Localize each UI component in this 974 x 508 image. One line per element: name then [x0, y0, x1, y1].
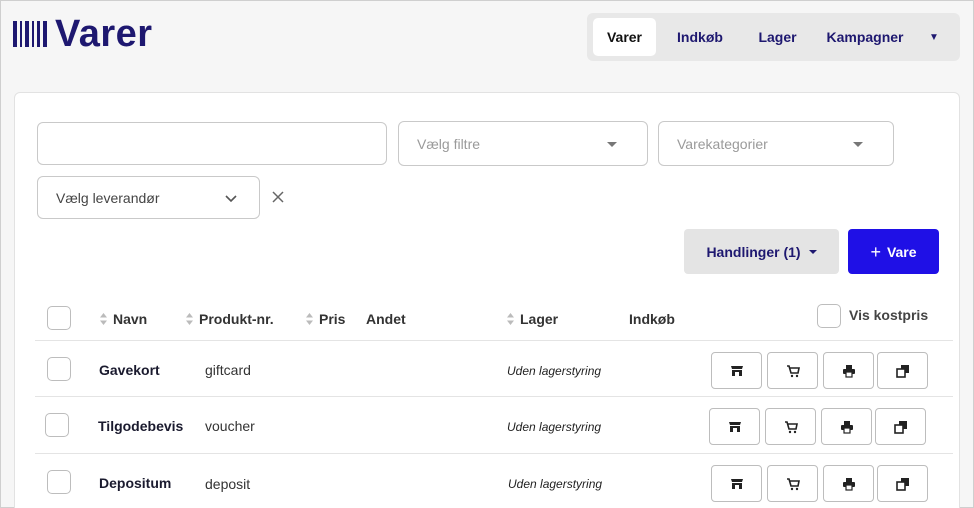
column-header-product-no[interactable]: Produkt-nr.	[185, 309, 274, 329]
filter-select[interactable]: Vælg filtre	[398, 121, 648, 166]
category-select[interactable]: Varekategorier	[658, 121, 894, 166]
app-logo: Varer	[13, 15, 153, 53]
tab-indkob[interactable]: Indkøb	[656, 18, 744, 56]
column-header-label: Indkøb	[629, 311, 675, 327]
column-header-other: Andet	[366, 309, 406, 329]
sort-icon	[306, 313, 313, 325]
divider	[35, 340, 953, 341]
clear-filter-close-icon[interactable]	[271, 190, 285, 204]
stock-status: Uden lagerstyring	[508, 477, 603, 491]
column-header-label: Pris	[319, 311, 346, 327]
page-title: Varer	[55, 13, 153, 55]
cart-icon	[786, 477, 800, 490]
row-checkbox[interactable]	[45, 413, 69, 437]
show-cost-price-label: Vis kostpris	[849, 307, 929, 323]
column-header-purchase: Indkøb	[629, 309, 675, 329]
sort-icon	[507, 313, 514, 325]
print-button[interactable]	[821, 408, 872, 445]
product-number: giftcard	[205, 362, 251, 378]
actions-dropdown-button[interactable]: Handlinger (1)	[684, 229, 839, 274]
store-button[interactable]	[711, 465, 762, 502]
stock-status: Uden lagerstyring	[507, 364, 602, 378]
column-header-price[interactable]: Pris	[305, 309, 345, 329]
show-cost-price-checkbox[interactable]	[817, 304, 841, 328]
filter-select-placeholder: Vælg filtre	[417, 135, 481, 152]
stock-status: Uden lagerstyring	[507, 420, 602, 434]
row-checkbox[interactable]	[47, 357, 71, 381]
barcode-icon	[13, 21, 47, 47]
tab-lager[interactable]: Lager	[744, 18, 811, 56]
column-header-name[interactable]: Navn	[99, 309, 147, 329]
copy-icon	[893, 420, 907, 434]
caret-down-icon	[808, 249, 817, 254]
main-nav: Varer Indkøb Lager Kampagner ▼	[587, 13, 960, 61]
print-button[interactable]	[823, 465, 874, 502]
products-card: Vælg filtre Varekategorier Vælg leverand…	[14, 92, 960, 508]
caret-down-icon	[853, 141, 863, 147]
row-checkbox[interactable]	[47, 470, 71, 494]
sort-icon	[100, 313, 107, 325]
copy-button[interactable]	[877, 352, 928, 389]
category-select-placeholder: Varekategorier	[677, 135, 768, 152]
tab-kampagner[interactable]: Kampagner	[811, 18, 919, 56]
supplier-select[interactable]: Vælg leverandør	[37, 176, 260, 219]
column-header-label: Lager	[520, 311, 559, 327]
cart-button[interactable]	[765, 408, 816, 445]
plus-icon: +	[870, 241, 881, 262]
cart-icon	[784, 420, 798, 433]
printer-icon	[840, 420, 853, 434]
chevron-down-icon	[225, 195, 237, 203]
copy-icon	[895, 477, 909, 491]
column-header-stock[interactable]: Lager	[506, 309, 558, 329]
product-name[interactable]: Depositum	[99, 475, 171, 491]
store-button[interactable]	[711, 352, 762, 389]
actions-button-label: Handlinger (1)	[706, 243, 801, 260]
cart-button[interactable]	[767, 352, 818, 389]
caret-down-icon	[607, 141, 617, 147]
column-header-label: Navn	[113, 311, 148, 327]
store-icon	[728, 421, 741, 432]
add-product-button[interactable]: + Vare	[848, 229, 939, 274]
product-name[interactable]: Gavekort	[99, 362, 160, 378]
copy-button[interactable]	[877, 465, 928, 502]
print-button[interactable]	[823, 352, 874, 389]
copy-button[interactable]	[875, 408, 926, 445]
select-all-checkbox[interactable]	[47, 306, 71, 330]
more-tabs-caret-icon[interactable]: ▼	[919, 18, 949, 56]
store-icon	[730, 365, 743, 376]
product-name[interactable]: Tilgodebevis	[98, 418, 183, 434]
supplier-select-value: Vælg leverandør	[56, 189, 160, 206]
product-number: voucher	[205, 418, 255, 434]
copy-icon	[895, 364, 909, 378]
store-icon	[730, 478, 743, 489]
column-header-label: Produkt-nr.	[199, 311, 274, 327]
printer-icon	[842, 364, 855, 378]
sort-icon	[186, 313, 193, 325]
cart-button[interactable]	[767, 465, 818, 502]
column-header-label: Andet	[366, 311, 406, 327]
add-button-label: Vare	[886, 243, 917, 260]
store-button[interactable]	[709, 408, 760, 445]
printer-icon	[842, 477, 855, 491]
cart-icon	[786, 364, 800, 377]
search-input[interactable]	[37, 122, 387, 165]
tab-varer[interactable]: Varer	[593, 18, 656, 56]
divider	[35, 396, 953, 397]
product-number: deposit	[205, 476, 251, 492]
divider	[35, 453, 953, 454]
top-bar: Varer Varer Indkøb Lager Kampagner ▼	[1, 1, 974, 81]
